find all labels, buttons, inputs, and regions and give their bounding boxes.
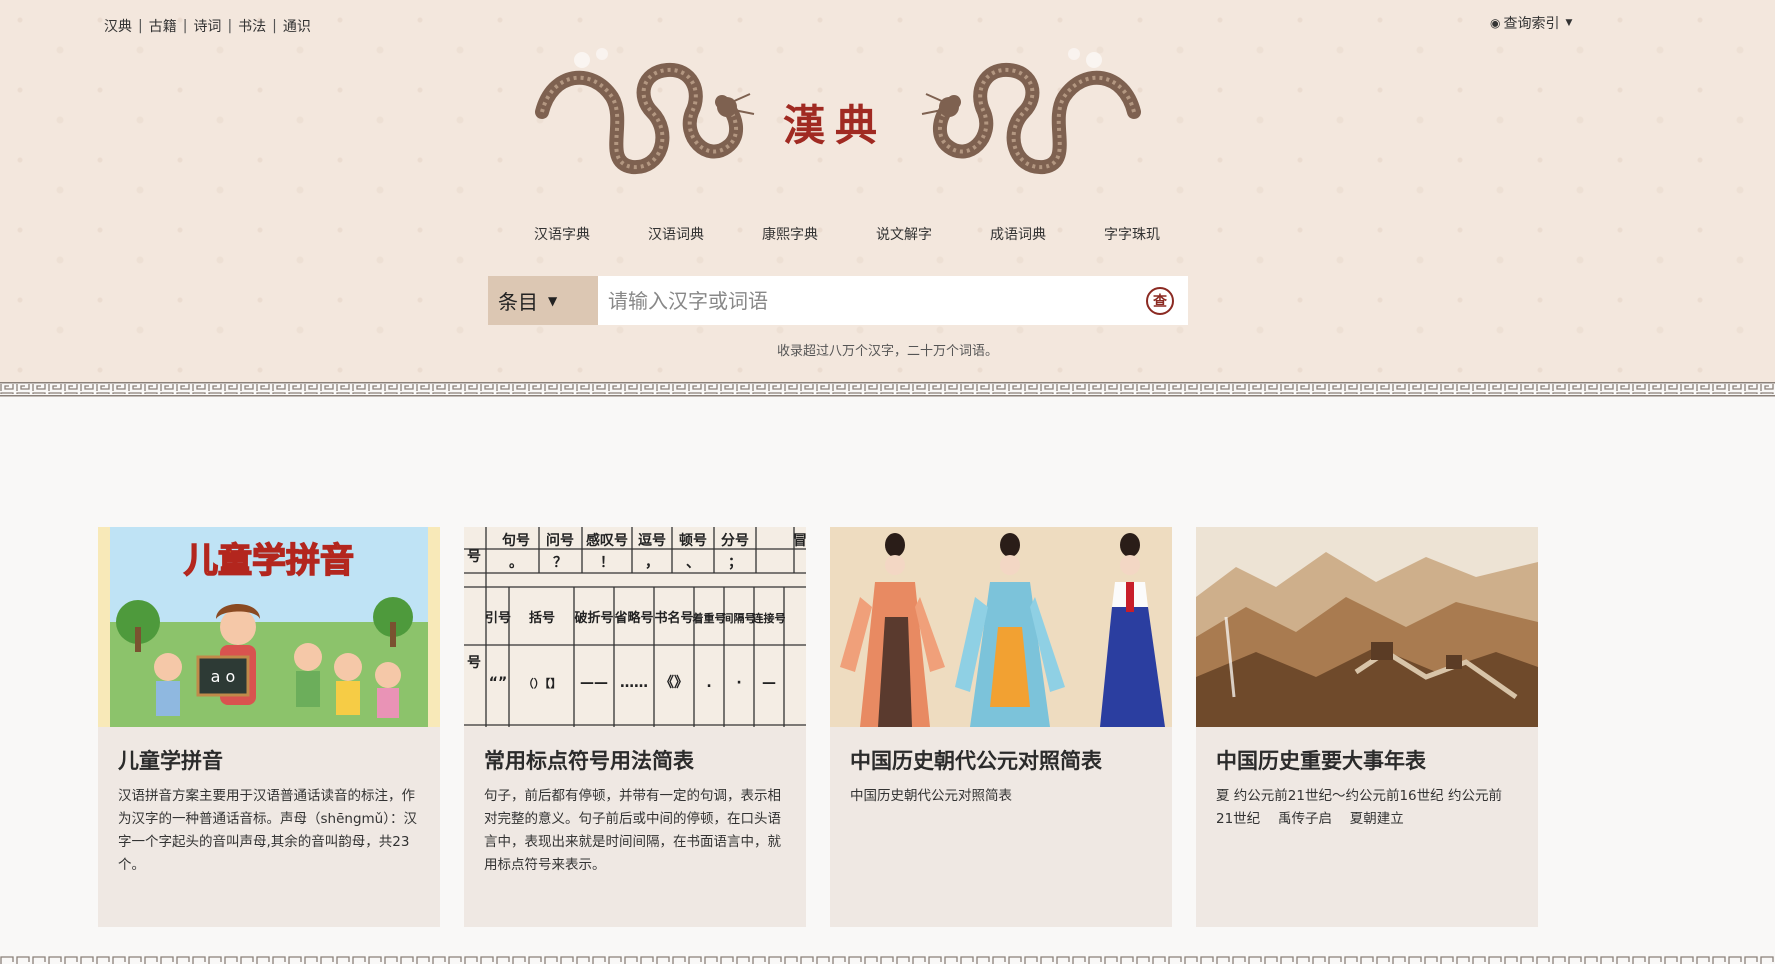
table-header-cell: 引号: [485, 611, 511, 626]
card-desc: 句子，前后都有停顿，并带有一定的句调，表示相对完整的意义。句子前后或中间的停顿，…: [484, 788, 781, 873]
left-dragon-icon: [535, 48, 755, 175]
nav-item-cidian[interactable]: 汉语词典: [619, 224, 733, 244]
top-link-tongshi[interactable]: 通识: [283, 16, 311, 36]
top-link-guji[interactable]: 古籍: [149, 16, 177, 36]
search-box: 条目 ▼ 查: [488, 276, 1188, 325]
table-header-cell: 冒: [793, 532, 806, 549]
card-desc: 夏 约公元前21世纪～约公元前16世纪 约公元前21世纪 禹传子启 夏朝建立: [1216, 788, 1502, 827]
card-desc: 中国历史朝代公元对照简表: [850, 788, 1012, 804]
site-subtitle: 收录超过八万个汉字，二十万个词语。: [776, 344, 998, 359]
table-mark-cell: .: [706, 675, 711, 691]
card-title: 中国历史朝代公元对照简表: [850, 749, 1102, 773]
greek-key-border-bottom: [0, 956, 1775, 964]
query-index-dropdown[interactable]: ◉ 查询索引 ▼: [1490, 13, 1572, 33]
top-link-handian[interactable]: 汉典: [104, 16, 132, 36]
search-input[interactable]: [598, 276, 1132, 325]
main-nav: 汉语字典 汉语词典 康熙字典 说文解字 成语词典 字字珠玑: [505, 224, 1189, 244]
table-mark-cell: 《》: [660, 675, 688, 691]
table-mark-cell: ？: [553, 555, 567, 571]
table-header-cell: 书名号: [654, 610, 693, 626]
table-header-cell: 连接号: [753, 611, 786, 625]
card-dynasties[interactable]: 中国历史朝代公元对照简表 中国历史朝代公元对照简表: [830, 527, 1172, 927]
card-title: 中国历史重要大事年表: [1216, 749, 1426, 773]
table-header-cell: 省略号: [613, 610, 653, 626]
table-mark-cell: ！: [600, 555, 614, 571]
nav-item-kangxi[interactable]: 康熙字典: [733, 224, 847, 244]
card-image-title: 儿童学拼音: [184, 541, 354, 581]
table-header-cell: 逗号: [638, 533, 666, 549]
card-desc: 汉语拼音方案主要用于汉语普通话读音的标注，作为汉字的一种普通话音标。声母（shē…: [118, 788, 417, 873]
top-link-shici[interactable]: 诗词: [193, 16, 221, 36]
table-mark-cell: ·: [736, 675, 741, 691]
table-mark-cell: ——: [580, 675, 608, 691]
table-mark-cell: 号: [467, 655, 481, 671]
query-index-label: 查询索引: [1503, 16, 1560, 32]
table-header-cell: 破折号: [574, 610, 613, 626]
card-image-pinyin: 儿童学拼音 a o: [98, 527, 440, 727]
card-image-events: [1196, 527, 1538, 727]
header: 汉典 | 古籍 | 诗词 | 书法 | 通识 ◉ 查询索引 ▼ 漢典 汉语字典 …: [0, 0, 1775, 382]
table-mark-cell: 、: [686, 555, 700, 571]
table-mark-cell: （）【】: [523, 677, 562, 690]
table-header-cell: 顿号: [679, 532, 707, 549]
nav-item-zidian[interactable]: 汉语字典: [505, 224, 619, 244]
top-links: 汉典 | 古籍 | 诗词 | 书法 | 通识: [104, 16, 311, 36]
nav-item-chengyu[interactable]: 成语词典: [961, 224, 1075, 244]
card-image-dynasties: [830, 527, 1172, 727]
search-type-label: 条目: [498, 290, 538, 314]
card-image-punctuation: 号 句号 问号 感叹号 逗号 顿号 分号 冒 。 ？ ！ ， 、 ； 引号 括号…: [464, 527, 807, 727]
table-mark-cell: 。: [509, 555, 523, 571]
search-button[interactable]: 查: [1132, 276, 1188, 325]
greek-key-border: [0, 382, 1775, 398]
table-header-cell: 着重号: [692, 611, 726, 625]
nav-item-zizi[interactable]: 字字珠玑: [1075, 224, 1189, 244]
card-punctuation[interactable]: 号 句号 问号 感叹号 逗号 顿号 分号 冒 。 ？ ！ ， 、 ； 引号 括号…: [464, 527, 807, 927]
search-type-select[interactable]: 条目 ▼: [488, 276, 598, 325]
caret-down-icon: ▼: [1565, 18, 1573, 28]
card-events[interactable]: 中国历史重要大事年表 夏 约公元前21世纪～约公元前16世纪 约公元前21世纪 …: [1196, 527, 1538, 927]
table-header-cell: 括号: [529, 610, 555, 626]
card-pinyin[interactable]: 儿童学拼音 a o 儿童学拼音 汉语拼音方案主要用于汉语普通话读音的标注，作为汉…: [98, 527, 440, 927]
nav-item-shuowen[interactable]: 说文解字: [847, 224, 961, 244]
feature-cards: 儿童学拼音 a o 儿童学拼音 汉语拼音方案主要用于汉语普通话读音的标注，作为汉…: [98, 527, 1538, 927]
top-link-shufa[interactable]: 书法: [238, 16, 266, 36]
table-mark-cell: ……: [620, 675, 648, 691]
table-header-cell: 间隔号: [723, 611, 756, 625]
table-mark-cell: ，: [645, 555, 659, 571]
table-header-cell: 分号: [721, 533, 749, 549]
card-title: 儿童学拼音: [118, 749, 223, 773]
table-mark-cell: “”: [489, 675, 507, 691]
card-title: 常用标点符号用法简表: [484, 749, 694, 773]
table-header-cell: 感叹号: [586, 532, 628, 549]
caret-down-icon: ▼: [548, 293, 558, 308]
table-mark-cell: ；: [728, 555, 742, 571]
search-icon: 查: [1146, 286, 1174, 315]
table-header-cell: 句号: [502, 532, 530, 549]
table-header-cell: 号: [467, 549, 481, 565]
chalkboard-text: a o: [211, 667, 236, 686]
table-mark-cell: —: [762, 675, 776, 691]
site-logo[interactable]: 漢典: [770, 92, 900, 153]
right-dragon-icon: [921, 48, 1141, 175]
table-header-cell: 问号: [546, 532, 574, 549]
globe-icon: ◉: [1490, 16, 1501, 30]
